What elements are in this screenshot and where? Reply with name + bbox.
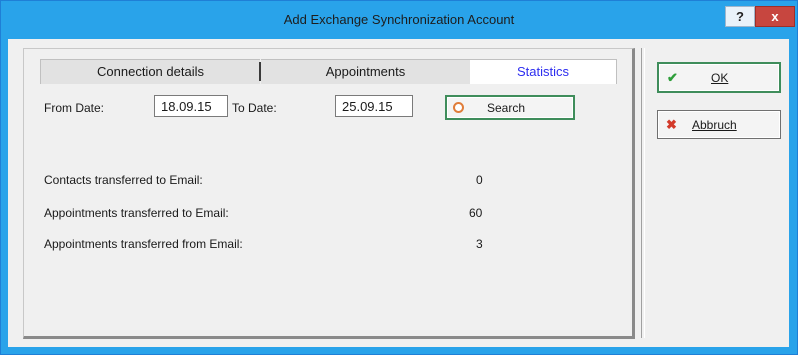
cancel-button[interactable]: ✖ Abbruch [657, 110, 781, 139]
dialog-client-area: Connection details Appointments Statisti… [8, 39, 789, 347]
stat-label-appointments-to-email: Appointments transferred to Email: [44, 206, 229, 220]
close-button[interactable]: x [755, 6, 795, 27]
ok-button-label: OK [711, 70, 729, 85]
tab-appointments[interactable]: Appointments [261, 59, 470, 84]
help-button[interactable]: ? [725, 6, 755, 27]
statistics-panel: Connection details Appointments Statisti… [23, 48, 635, 339]
panel-separator [641, 48, 645, 338]
from-date-label: From Date: [44, 101, 105, 115]
cross-icon: ✖ [666, 116, 677, 132]
stat-label-appointments-from-email: Appointments transferred from Email: [44, 237, 243, 251]
to-date-label: To Date: [232, 101, 277, 115]
cancel-button-label: Abbruch [692, 117, 737, 132]
from-date-field[interactable]: 18.09.15 [154, 95, 228, 117]
stat-value-contacts-to-email: 0 [476, 173, 483, 187]
search-icon [453, 97, 464, 118]
stat-value-appointments-from-email: 3 [476, 237, 483, 251]
stat-label-contacts-to-email: Contacts transferred to Email: [44, 173, 203, 187]
search-button[interactable]: Search [445, 95, 575, 120]
tab-connection-details[interactable]: Connection details [40, 59, 260, 84]
to-date-field[interactable]: 25.09.15 [335, 95, 413, 117]
window-title: Add Exchange Synchronization Account [283, 12, 515, 27]
tab-statistics[interactable]: Statistics [470, 59, 617, 84]
check-icon: ✔ [667, 69, 678, 85]
tab-bar: Connection details Appointments Statisti… [40, 59, 617, 84]
stat-value-appointments-to-email: 60 [469, 206, 483, 220]
search-button-label: Search [487, 100, 526, 115]
title-bar[interactable]: Add Exchange Synchronization Account ? x [1, 1, 797, 39]
dialog-window: Add Exchange Synchronization Account ? x… [0, 0, 798, 355]
ok-button[interactable]: ✔ OK [657, 62, 781, 93]
action-panel: ✔ OK ✖ Abbruch [648, 48, 788, 338]
